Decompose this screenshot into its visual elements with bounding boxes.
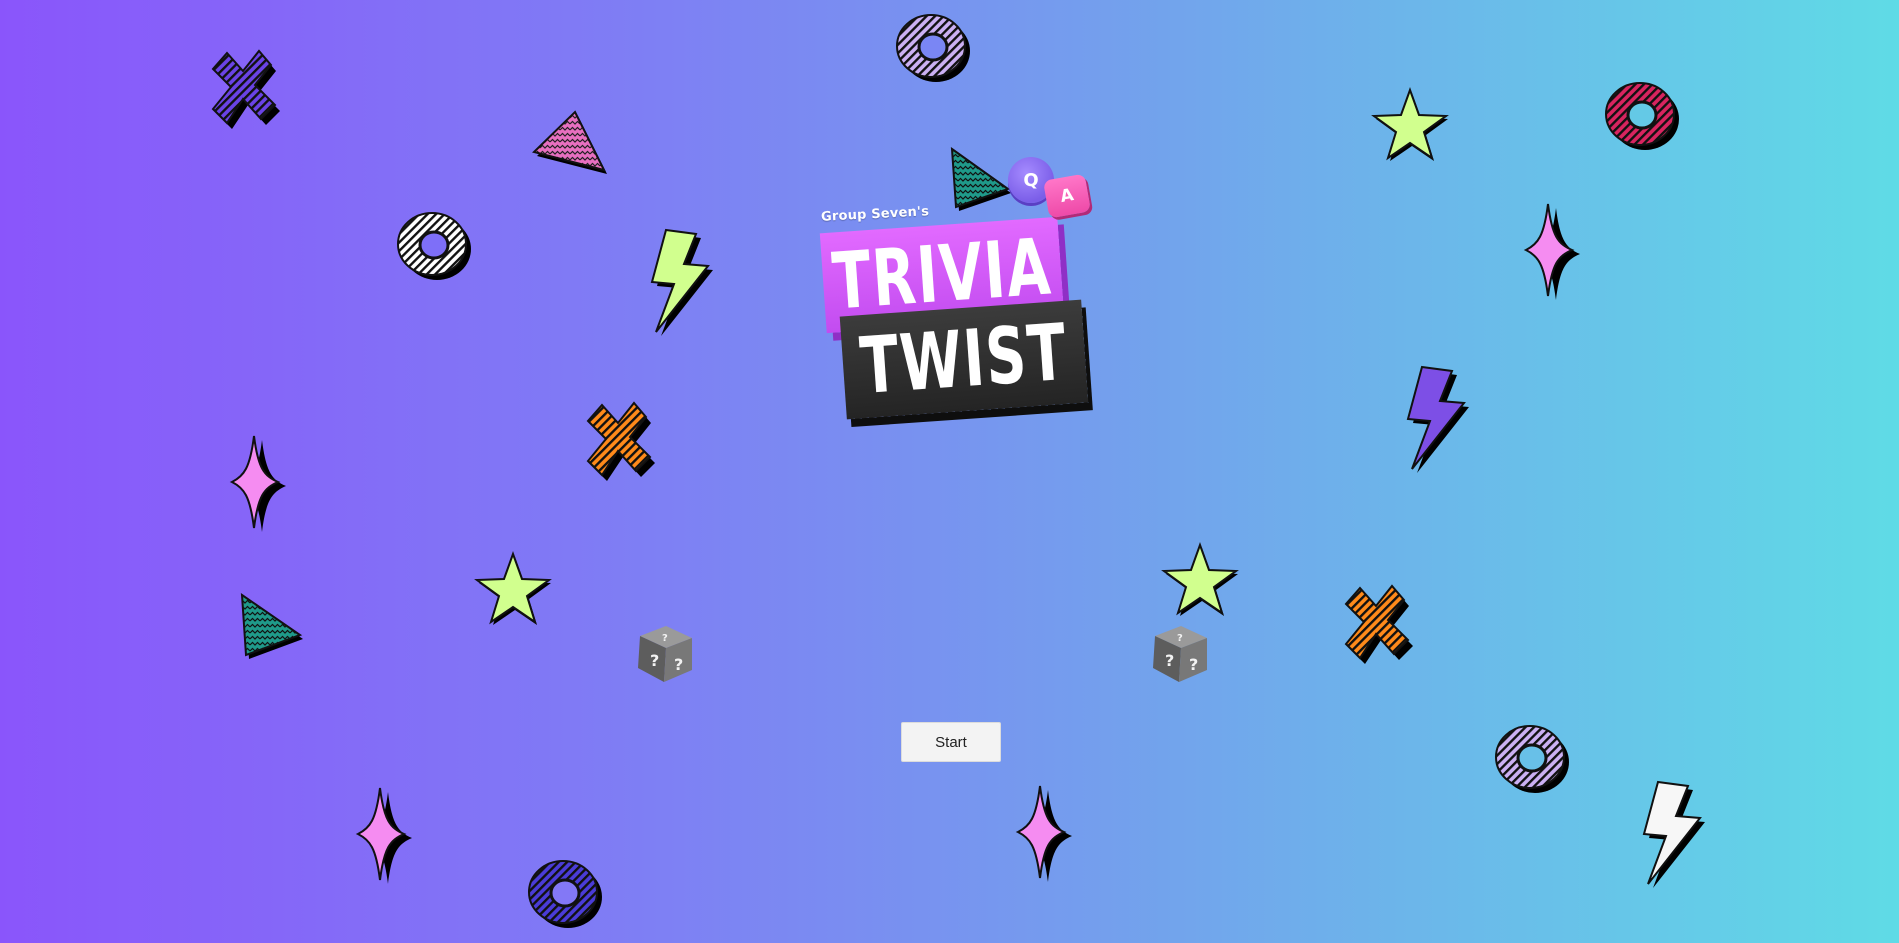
ring-icon <box>895 12 975 88</box>
logo-word-twist: TWIST <box>857 307 1071 412</box>
x-cross-icon <box>580 395 660 485</box>
trivia-twist-logo: Group Seven's TRIVIA TWIST Q A <box>815 145 1105 425</box>
ring-icon <box>527 858 607 934</box>
ring-icon <box>396 210 476 286</box>
svg-text:?: ? <box>674 655 683 674</box>
lightning-bolt-icon <box>1640 780 1706 890</box>
star-icon <box>1161 542 1239 619</box>
star-icon <box>1371 87 1449 164</box>
triangle-icon <box>240 593 310 663</box>
ring-icon <box>1604 80 1684 156</box>
lightning-bolt-icon <box>648 228 714 338</box>
triangle-icon <box>530 108 610 178</box>
sparkle-icon <box>1015 784 1076 884</box>
sparkle-icon <box>229 434 290 534</box>
svg-text:?: ? <box>662 633 668 644</box>
svg-text:?: ? <box>650 651 659 670</box>
x-cross-icon <box>205 43 285 133</box>
x-cross-icon <box>1338 578 1418 668</box>
ring-icon <box>1494 723 1574 799</box>
question-dice-icon: ? ? ? <box>630 622 700 688</box>
logo-twist-block: TWIST <box>839 299 1089 420</box>
lightning-bolt-icon <box>1404 365 1470 475</box>
svg-text:?: ? <box>1189 655 1198 674</box>
svg-text:?: ? <box>1165 651 1174 670</box>
svg-text:?: ? <box>1177 633 1183 644</box>
a-speech-bubble-icon: A <box>1043 173 1091 219</box>
start-button[interactable]: Start <box>901 722 1001 762</box>
sparkle-icon <box>355 786 416 886</box>
logo-group-label: Group Seven's <box>820 204 930 225</box>
star-icon <box>474 551 552 628</box>
sparkle-icon <box>1523 202 1584 302</box>
question-dice-icon: ? ? ? <box>1145 622 1215 688</box>
